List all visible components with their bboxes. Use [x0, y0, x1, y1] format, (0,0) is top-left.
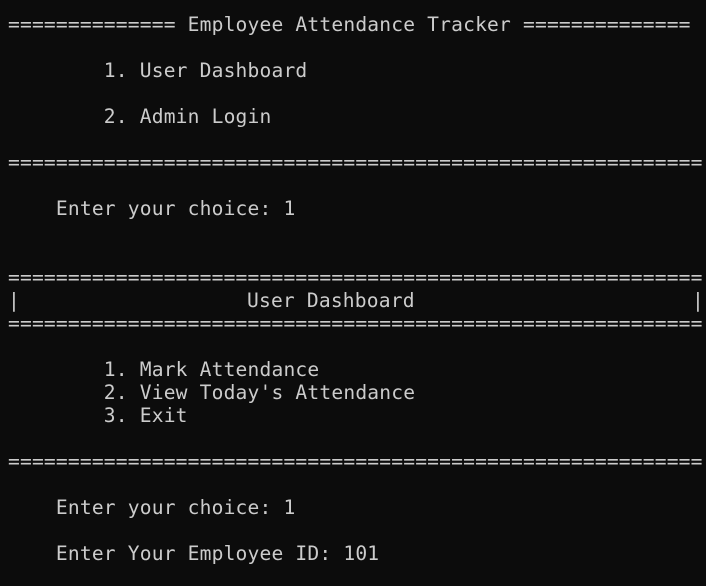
- separator-line: ========================================…: [8, 312, 703, 335]
- separator-line: ========================================…: [8, 266, 703, 289]
- box-right-border: |: [692, 289, 704, 312]
- menu-item-user-dashboard: 1. User Dashboard: [8, 59, 308, 82]
- app-header-line: ============== Employee Attendance Track…: [8, 13, 691, 36]
- choice-prompt: Enter your choice: 1: [8, 197, 296, 220]
- dashboard-title: User Dashboard: [247, 289, 415, 312]
- separator-line: ========================================…: [8, 151, 703, 174]
- menu-item-exit: 3. Exit: [8, 404, 188, 427]
- box-left-border: |: [8, 289, 20, 312]
- menu-item-view-attendance: 2. View Today's Attendance: [8, 381, 416, 404]
- dashboard-title-row: | User Dashboard |: [8, 289, 706, 312]
- choice-prompt: Enter your choice: 1: [8, 496, 296, 519]
- employee-id-prompt[interactable]: Enter Your Employee ID: 101: [8, 542, 379, 565]
- menu-item-admin-login: 2. Admin Login: [8, 105, 272, 128]
- menu-item-mark-attendance: 1. Mark Attendance: [8, 358, 320, 381]
- separator-line: ========================================…: [8, 450, 703, 473]
- terminal-window[interactable]: ============== Employee Attendance Track…: [0, 0, 706, 586]
